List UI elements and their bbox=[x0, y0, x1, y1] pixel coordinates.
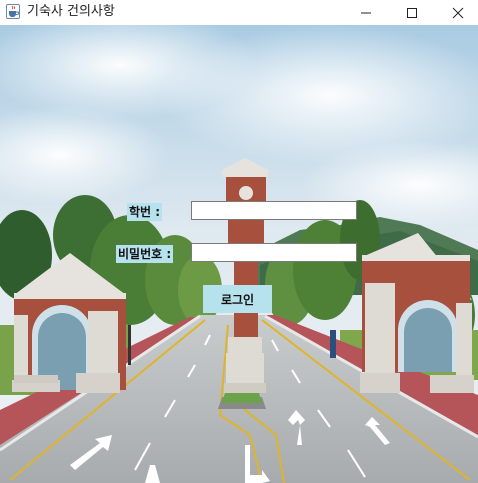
maximize-button[interactable] bbox=[389, 0, 435, 25]
minimize-button[interactable] bbox=[343, 0, 389, 25]
student-id-label: 학번 : bbox=[127, 203, 163, 221]
right-gate-arch bbox=[360, 233, 474, 393]
app-window: 기숙사 건의사항 학번: 비밀번호: 로그인 bbox=[0, 0, 478, 483]
java-cup-icon bbox=[6, 4, 20, 19]
password-input[interactable] bbox=[191, 243, 357, 262]
password-label: 비밀번호 : bbox=[116, 245, 174, 263]
student-id-input[interactable] bbox=[191, 201, 357, 220]
close-button[interactable] bbox=[435, 0, 478, 25]
window-title: 기숙사 건의사항 bbox=[27, 4, 115, 19]
close-icon bbox=[452, 7, 464, 18]
login-button[interactable]: 로그인 bbox=[203, 285, 272, 313]
maximize-icon bbox=[407, 7, 417, 18]
minimize-icon bbox=[361, 12, 371, 13]
title-bar[interactable]: 기숙사 건의사항 bbox=[0, 0, 478, 25]
